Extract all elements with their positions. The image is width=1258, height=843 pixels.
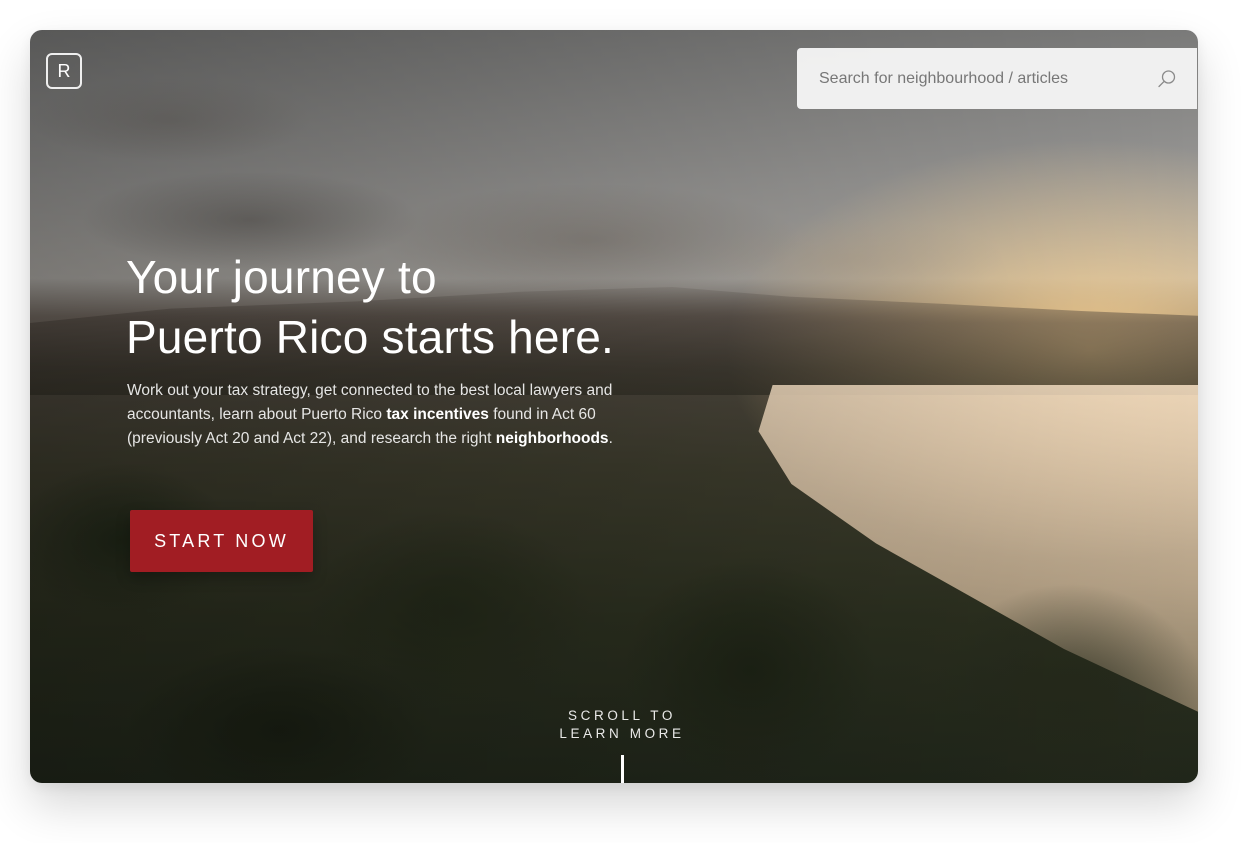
start-now-button[interactable]: START NOW (130, 510, 313, 572)
logo-letter: R (57, 60, 71, 81)
scroll-indicator-line (621, 755, 624, 783)
scroll-hint[interactable]: SCROLL TO LEARN MORE (522, 707, 722, 743)
tax-incentives-link[interactable]: tax incentives (386, 406, 489, 423)
neighborhoods-link[interactable]: neighborhoods (496, 430, 609, 447)
description-text-3: . (608, 430, 613, 447)
hero-headline-line2: Puerto Rico starts here. (126, 311, 615, 363)
scroll-hint-line2: LEARN MORE (559, 726, 685, 741)
search-icon[interactable] (1157, 69, 1177, 89)
hero-section: R Your journey to Puerto Rico starts her… (30, 30, 1198, 783)
search-input[interactable] (817, 68, 1157, 89)
search-bar[interactable] (797, 48, 1197, 109)
hero-description: Work out your tax strategy, get connecte… (127, 379, 627, 451)
hero-headline: Your journey to Puerto Rico starts here. (126, 247, 686, 367)
hero-headline-line1: Your journey to (126, 251, 437, 303)
scroll-hint-line1: SCROLL TO (568, 708, 676, 723)
logo[interactable]: R (46, 53, 82, 89)
